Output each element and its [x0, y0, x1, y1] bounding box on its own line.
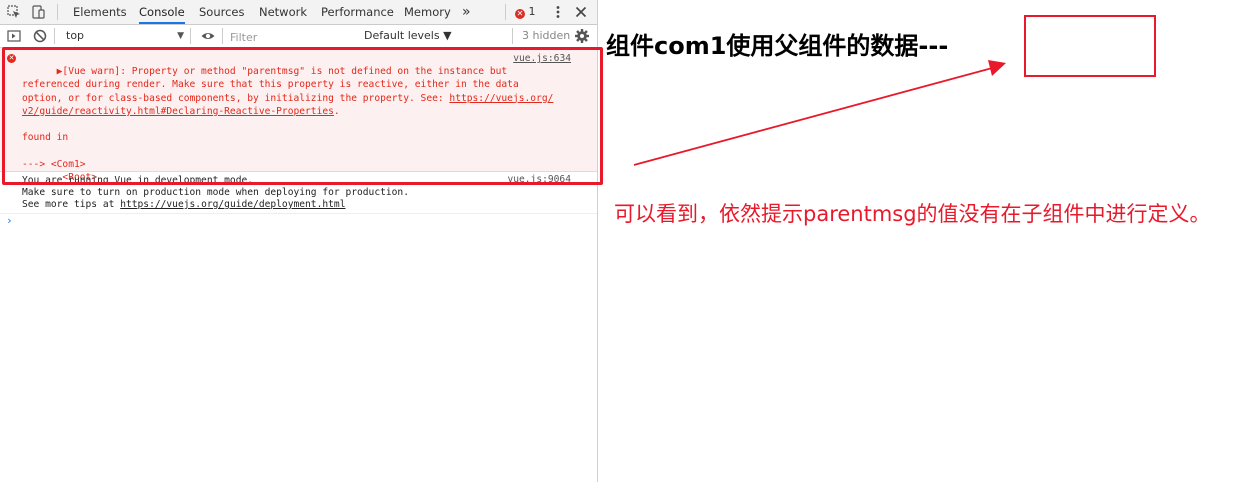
empty-output-box [1024, 15, 1156, 77]
device-toolbar-icon[interactable] [30, 4, 46, 20]
more-tabs-button[interactable]: » [462, 0, 471, 24]
inspect-element-icon[interactable] [6, 4, 22, 20]
error-icon: ✕ [7, 54, 16, 63]
console-messages: ✕ ▶[Vue warn]: Property or method "parent… [0, 48, 597, 230]
devtools-tabbar: Elements Console Sources Network Perform… [0, 0, 597, 25]
info-line-2: Make sure to turn on production mode whe… [22, 187, 409, 198]
tab-sources[interactable]: Sources [199, 0, 245, 24]
close-icon[interactable] [573, 4, 589, 20]
context-select[interactable]: top ▼ [60, 27, 188, 45]
hidden-messages-count: 3 hidden [522, 29, 571, 42]
filter-input[interactable] [228, 28, 352, 46]
tab-performance[interactable]: Performance [321, 0, 394, 24]
error-source-link[interactable]: vue.js:634 [513, 52, 571, 65]
tab-console[interactable]: Console [139, 0, 185, 24]
vue-warn-error-message[interactable]: ✕ ▶[Vue warn]: Property or method "parent… [0, 48, 597, 183]
more-options-icon[interactable] [550, 4, 566, 20]
dev-mode-info-message: You are running Vue in development mode.… [0, 172, 597, 214]
console-prompt[interactable]: › [0, 214, 597, 230]
live-expression-eye-icon[interactable] [200, 28, 216, 44]
context-value: top [66, 29, 85, 42]
annotation-arrow [633, 60, 1006, 166]
tab-elements[interactable]: Elements [73, 0, 127, 24]
error-count-badge[interactable]: ✕ 1 [515, 0, 536, 24]
tab-network[interactable]: Network [259, 0, 307, 24]
console-toolbar: top ▼ Default levels ▼ 3 hidden [0, 25, 597, 48]
tab-memory[interactable]: Memory [404, 0, 451, 24]
error-text-end: . [333, 105, 340, 117]
log-levels-dropdown[interactable]: Default levels ▼ [364, 25, 452, 47]
error-count: 1 [528, 5, 536, 18]
error-icon: ✕ [515, 9, 525, 19]
reactivity-doc-link-cont[interactable]: v2/guide/reactivity.html#Declaring-React… [22, 106, 334, 117]
info-line-3: See more tips at [22, 199, 121, 210]
info-line-1: You are running Vue in development mode. [22, 175, 254, 186]
dropdown-arrow-icon: ▼ [177, 31, 184, 41]
deployment-doc-link[interactable]: https://vuejs.org/guide/deployment.html [120, 199, 345, 210]
show-sidebar-icon[interactable] [6, 28, 22, 44]
info-source-link[interactable]: vue.js:9064 [507, 174, 571, 186]
devtools-panel: Elements Console Sources Network Perform… [0, 0, 598, 482]
error-text: ▶[Vue warn]: Property or method "parentm… [22, 66, 519, 104]
console-settings-gear-icon[interactable] [574, 28, 590, 44]
reactivity-doc-link[interactable]: https://vuejs.org/ [449, 93, 553, 104]
annotation-note: 可以看到，依然提示parentmsg的值没有在子组件中进行定义。 [614, 202, 1211, 226]
clear-console-icon[interactable] [32, 28, 48, 44]
